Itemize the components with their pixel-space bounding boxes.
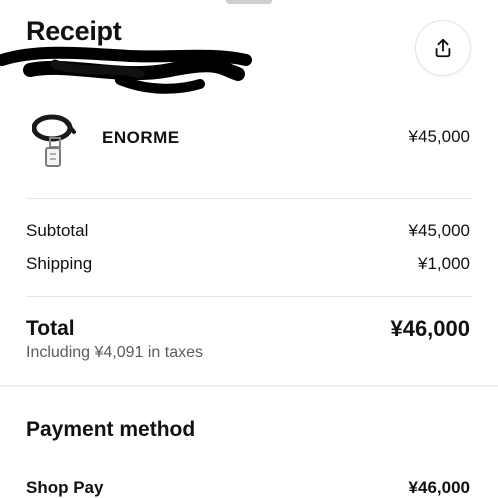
- item-name: ENORME: [102, 128, 180, 147]
- subtotal-value: ¥45,000: [408, 221, 470, 240]
- shipping-value: ¥1,000: [418, 254, 470, 273]
- subtotal-row: Subtotal ¥45,000: [26, 221, 470, 241]
- tax-note: Including ¥4,091 in taxes: [26, 344, 204, 361]
- payment-method-label: Shop Pay: [26, 478, 104, 497]
- share-icon: [435, 38, 451, 58]
- item-price: ¥45,000: [408, 127, 470, 146]
- section-divider: [0, 385, 498, 387]
- payment-method-title: Payment method: [26, 418, 196, 441]
- subtotal-label: Subtotal: [26, 221, 89, 240]
- total-label: Total: [26, 317, 75, 340]
- redaction-scribble: [0, 46, 252, 94]
- shipping-label: Shipping: [26, 254, 93, 273]
- shipping-row: Shipping ¥1,000: [26, 254, 470, 274]
- total-value: ¥46,000: [390, 316, 470, 341]
- payment-method-amount: ¥46,000: [408, 478, 470, 497]
- product-thumbnail: [32, 114, 76, 167]
- line-item[interactable]: ENORME ¥45,000: [0, 108, 498, 172]
- divider: [26, 198, 472, 199]
- share-button[interactable]: [415, 20, 471, 76]
- sheet-handle[interactable]: [226, 0, 272, 4]
- divider: [26, 296, 472, 297]
- payment-method-row: Shop Pay ¥46,000: [26, 478, 470, 498]
